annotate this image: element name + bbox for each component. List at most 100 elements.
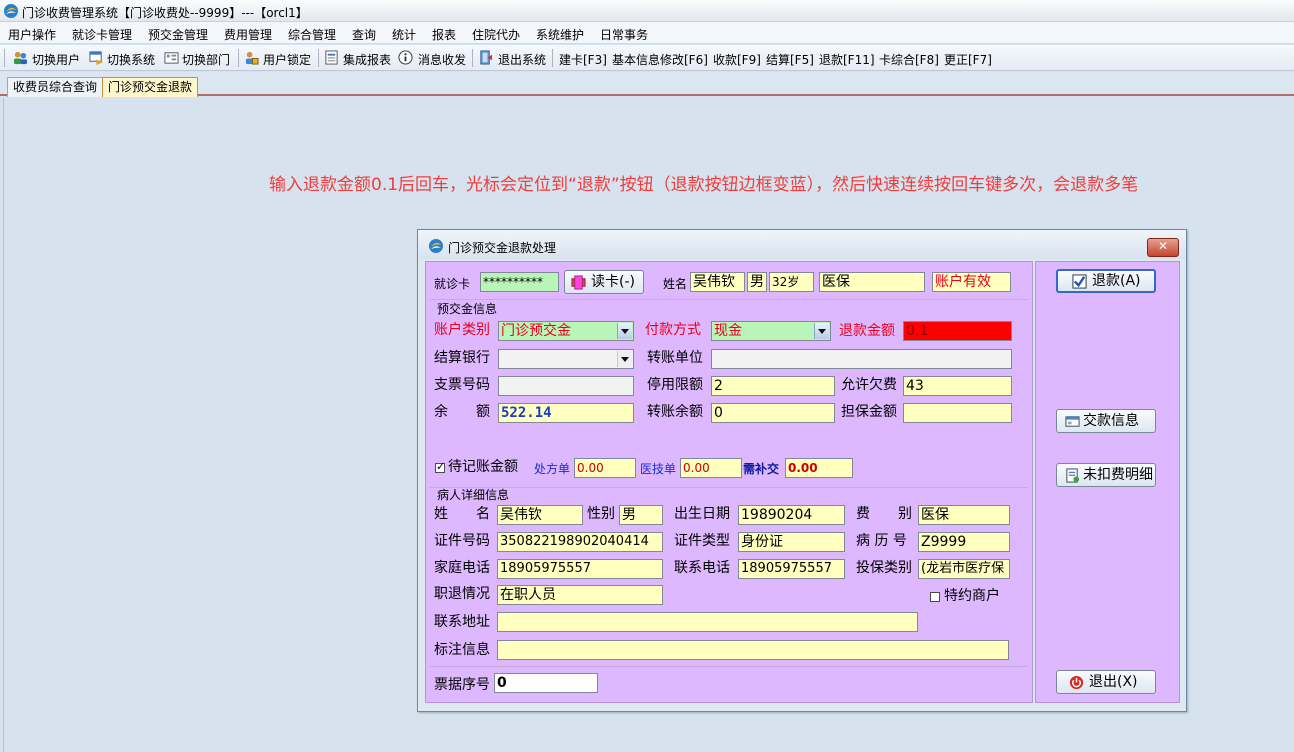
prescription-field[interactable]: 0.00 [574, 458, 636, 478]
guarantee-field[interactable] [903, 403, 1012, 423]
address-field[interactable] [497, 612, 918, 632]
power-icon [1069, 675, 1084, 690]
unpaid-detail-button[interactable]: 未扣费明细 [1056, 463, 1156, 487]
card-summary-button[interactable]: 卡综合[F8] [879, 51, 939, 68]
pending-checkbox[interactable] [435, 460, 445, 473]
receipt-field[interactable]: 0 [494, 673, 598, 693]
dialog-action-panel: 退款(A) 交款信息 未扣费明细 退出(X) [1035, 261, 1180, 703]
stop-limit-label: 停用限额 [647, 377, 703, 393]
account-status-field[interactable]: 账户有效 [932, 272, 1011, 292]
contact-phone-field[interactable]: 18905975557 [738, 559, 845, 579]
read-card-button[interactable]: 读卡(-) [564, 270, 644, 294]
document-detail-icon [1066, 468, 1080, 483]
refund-toolbar-button[interactable]: 退款[F11] [819, 51, 875, 68]
patient-sex-field[interactable]: 男 [619, 505, 663, 525]
messages-button[interactable]: 消息收发 [418, 51, 466, 68]
birth-field[interactable]: 19890204 [738, 505, 845, 525]
deposit-group-title: 预交金信息 [437, 302, 498, 316]
switch-dept-button[interactable]: 切换部门 [182, 51, 230, 68]
transfer-unit-label: 转账单位 [647, 350, 703, 366]
switch-dept-icon [164, 52, 179, 64]
settle-button[interactable]: 结算[F5] [766, 51, 814, 68]
patient-group-title: 病人详细信息 [437, 488, 510, 502]
card-number-field[interactable]: ********** [480, 272, 559, 292]
vip-label: 特约商户 [944, 588, 1000, 604]
correct-button[interactable]: 更正[F7] [944, 51, 992, 68]
insure-type-field[interactable]: (龙岩市医疗保 [918, 559, 1010, 579]
toolbar-separator [472, 49, 473, 67]
tech-field[interactable]: 0.00 [680, 458, 742, 478]
pay-method-select[interactable]: 现金 [711, 321, 831, 341]
lock-user-button[interactable]: 用户锁定 [263, 51, 311, 68]
balance-label: 余 额 [434, 404, 490, 420]
vip-checkbox[interactable] [930, 592, 940, 602]
exit-door-icon [480, 50, 493, 65]
app-logo-icon [4, 4, 18, 18]
home-phone-label: 家庭电话 [434, 560, 490, 576]
tab-deposit-refund[interactable]: 门诊预交金退款 [102, 77, 199, 97]
payment-info-button[interactable]: 交款信息 [1056, 409, 1156, 433]
report-icon [325, 50, 338, 65]
refund-button[interactable]: 退款(A) [1056, 269, 1156, 293]
card-name-field[interactable]: 吴伟钦 [690, 272, 745, 292]
exit-system-button[interactable]: 退出系统 [498, 51, 546, 68]
check-no-field[interactable] [498, 376, 634, 396]
stop-limit-field[interactable]: 2 [711, 376, 835, 396]
card-age-field[interactable]: 32岁 [769, 272, 814, 292]
job-field[interactable]: 在职人员 [497, 585, 663, 605]
address-label: 联系地址 [434, 614, 490, 630]
card-reader-icon [571, 275, 586, 290]
card-insurance-field[interactable]: 医保 [819, 272, 925, 292]
menu-card-mgmt[interactable]: 就诊卡管理 [72, 26, 132, 43]
transfer-unit-field[interactable] [711, 349, 1012, 369]
menu-query[interactable]: 查询 [352, 26, 376, 43]
fee-type-label: 费 别 [856, 506, 912, 522]
card-sex-field[interactable]: 男 [747, 272, 767, 292]
menu-reports[interactable]: 报表 [432, 26, 456, 43]
chevron-down-icon[interactable] [617, 323, 632, 339]
remark-field[interactable] [497, 640, 1009, 660]
menu-user-ops[interactable]: 用户操作 [8, 26, 56, 43]
menu-deposit-mgmt[interactable]: 预交金管理 [148, 26, 208, 43]
menu-daily-affairs[interactable]: 日常事务 [600, 26, 648, 43]
id-type-field[interactable]: 身份证 [738, 532, 845, 552]
record-no-field[interactable]: Z9999 [918, 532, 1010, 552]
remark-label: 标注信息 [434, 642, 490, 658]
create-card-button[interactable]: 建卡[F3] [559, 51, 607, 68]
menu-fee-mgmt[interactable]: 费用管理 [224, 26, 272, 43]
modify-info-button[interactable]: 基本信息修改[F6] [612, 51, 708, 68]
id-no-field[interactable]: 350822198902040414 [497, 532, 663, 552]
switch-user-button[interactable]: 切换用户 [32, 51, 80, 68]
receipt-label: 票据序号 [434, 677, 490, 693]
bank-select[interactable] [498, 349, 634, 369]
fee-type-field[interactable]: 医保 [918, 505, 1010, 525]
chevron-down-icon[interactable] [814, 323, 829, 339]
transfer-balance-field[interactable]: 0 [711, 403, 835, 423]
record-no-label: 病 历 号 [856, 533, 907, 549]
menu-system-maint[interactable]: 系统维护 [536, 26, 584, 43]
refund-dialog: 门诊预交金退款处理 ✕ 就诊卡 ********** 读卡(-) 姓名 吴伟钦 … [417, 229, 1187, 712]
chevron-down-icon[interactable] [617, 351, 632, 367]
need-pay-field[interactable]: 0.00 [785, 458, 853, 478]
dialog-title: 门诊预交金退款处理 [448, 241, 557, 255]
switch-system-button[interactable]: 切换系统 [107, 51, 155, 68]
home-phone-field[interactable]: 18905975557 [497, 559, 663, 579]
toolbar-separator [552, 49, 553, 67]
tab-strip: 收费员综合查询 门诊预交金退款 [0, 72, 1294, 97]
bank-label: 结算银行 [434, 350, 490, 366]
integrated-report-button[interactable]: 集成报表 [343, 51, 391, 68]
menu-inpatient-agent[interactable]: 住院代办 [472, 26, 520, 43]
menu-statistics[interactable]: 统计 [392, 26, 416, 43]
tab-cashier-query[interactable]: 收费员综合查询 [7, 77, 104, 97]
menu-general-mgmt[interactable]: 综合管理 [288, 26, 336, 43]
balance-field[interactable]: 522.14 [498, 403, 634, 423]
patient-name-field[interactable]: 吴伟钦 [497, 505, 583, 525]
charge-button[interactable]: 收款[F9] [713, 51, 761, 68]
toolbar-separator [318, 49, 319, 67]
dialog-close-button[interactable]: ✕ [1147, 238, 1179, 257]
refund-amount-input[interactable]: 0.1 [903, 321, 1012, 341]
contact-phone-label: 联系电话 [674, 560, 730, 576]
allow-owe-field[interactable]: 43 [903, 376, 1012, 396]
exit-button[interactable]: 退出(X) [1056, 670, 1156, 694]
account-type-select[interactable]: 门诊预交金 [498, 321, 634, 341]
